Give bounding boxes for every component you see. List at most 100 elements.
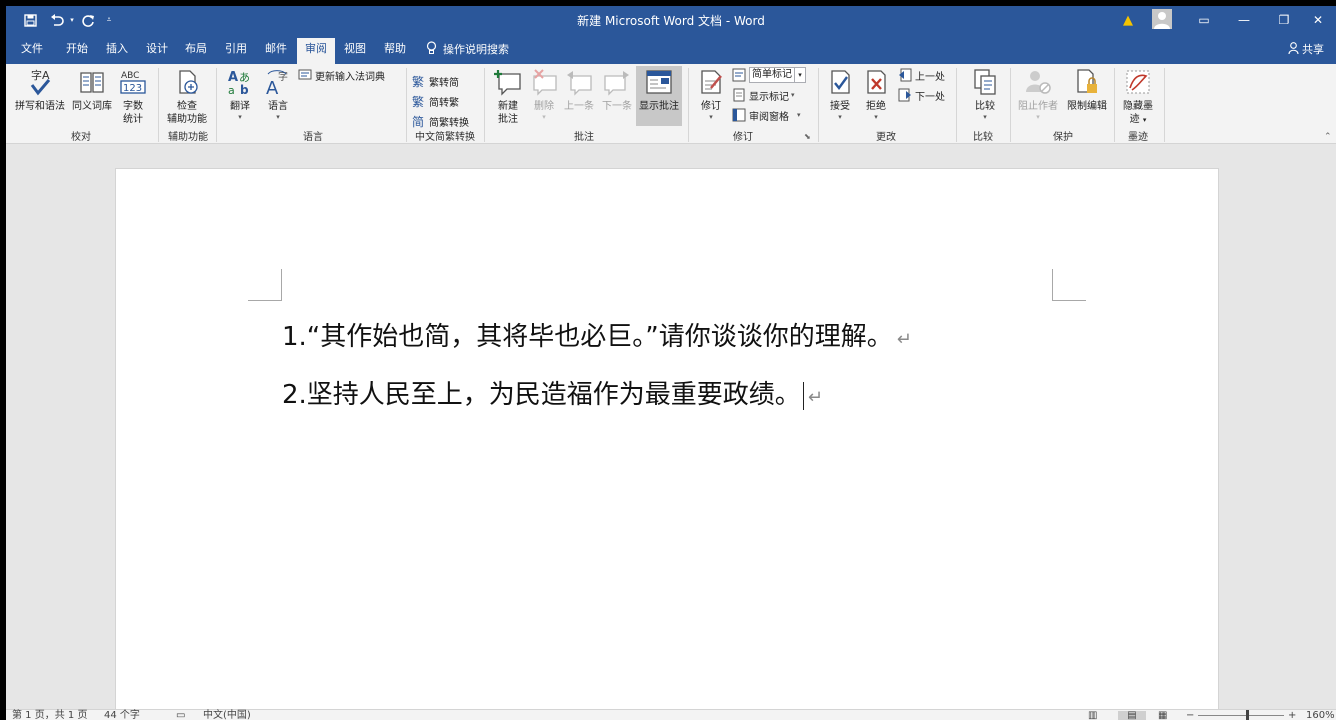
track-changes-label: 修订 — [701, 101, 721, 112]
word-count[interactable]: 44 个字 — [104, 711, 140, 720]
block-authors-icon — [1026, 71, 1051, 94]
warning-icon[interactable]: ▲ — [1110, 6, 1146, 34]
tab-insert[interactable]: 插入 — [98, 38, 136, 64]
check-accessibility-button[interactable]: 检查 辅助功能 — [162, 68, 212, 126]
read-mode-icon[interactable]: ▥ — [1088, 711, 1097, 720]
tab-view[interactable]: 视图 — [336, 38, 374, 64]
chevron-down-icon: ▾ — [542, 113, 546, 121]
status-bar: 第 1 页，共 1 页 44 个字 ▭ 中文(中国) ▥ ▤ ▦ − + 160… — [6, 709, 1336, 720]
tab-file[interactable]: 文件 — [14, 38, 50, 64]
thesaurus-button[interactable]: 同义词库 — [70, 68, 114, 113]
translate-button[interactable]: Aあab 翻译 ▾ — [220, 68, 260, 121]
zoom-out-button[interactable]: − — [1186, 711, 1194, 720]
spelling-label: 拼写和语法 — [15, 101, 65, 112]
tell-me-search[interactable]: 操作说明搜索 — [426, 38, 509, 60]
hide-ink-button[interactable]: 隐藏墨 迹 ▾ — [1118, 68, 1158, 127]
update-ime-dictionary-button[interactable]: 更新输入法词典 — [298, 66, 385, 84]
group-divider — [1164, 68, 1165, 142]
show-comments-button[interactable]: 显示批注 — [636, 66, 682, 126]
zoom-level[interactable]: 160% — [1306, 711, 1335, 720]
previous-comment-button[interactable]: 上一条 — [560, 68, 598, 113]
word-window: ▾ ⩡ 新建 Microsoft Word 文档 - Word ▲ ▭ — ❐ … — [6, 6, 1336, 720]
svg-text:a: a — [228, 84, 235, 96]
next-change-button[interactable]: 下一处 — [898, 86, 945, 104]
reject-icon — [867, 70, 886, 94]
simplified-to-traditional-button[interactable]: 繁 简转繁 — [412, 92, 459, 110]
zoom-in-button[interactable]: + — [1288, 711, 1296, 720]
track-changes-button[interactable]: 修订 ▾ — [696, 68, 726, 121]
chevron-down-icon[interactable]: ▾ — [795, 67, 806, 83]
markup-display-dropdown[interactable]: 简单标记 ▾ — [732, 66, 806, 84]
new-comment-button[interactable]: 新建 批注 — [490, 68, 526, 126]
conversion-label: 简繁转换 — [429, 117, 469, 129]
previous-comment-icon — [567, 71, 592, 96]
traditional-to-simplified-button[interactable]: 繁 繁转简 — [412, 72, 459, 90]
group-divider — [158, 68, 159, 142]
paragraph-1[interactable]: 1.“其作始也简，其将毕也必巨。”请你谈谈你的理解。 ↵ — [282, 316, 912, 353]
close-icon[interactable]: ✕ — [1298, 6, 1336, 34]
jian-icon: 繁 — [412, 94, 424, 108]
document-page[interactable]: 1.“其作始也简，其将毕也必巨。”请你谈谈你的理解。 ↵ 2.坚持人民至上，为民造… — [115, 168, 1219, 720]
tab-home[interactable]: 开始 — [58, 38, 96, 64]
restrict-editing-label: 限制编辑 — [1067, 101, 1107, 112]
accept-icon — [831, 70, 850, 94]
next-change-label: 下一处 — [915, 91, 945, 103]
web-layout-icon[interactable]: ▦ — [1158, 711, 1167, 720]
page-count[interactable]: 第 1 页，共 1 页 — [12, 711, 87, 720]
language-status[interactable]: 中文(中国) — [203, 711, 251, 720]
svg-text:简: 简 — [412, 115, 424, 128]
collapse-ribbon-icon[interactable]: ⌃ — [1324, 132, 1332, 142]
word-count-button[interactable]: ABC 123 字数 统计 — [116, 68, 150, 126]
tab-layout[interactable]: 布局 — [177, 38, 215, 64]
minimize-icon[interactable]: — — [1224, 6, 1264, 34]
chevron-down-icon: ▾ — [983, 113, 987, 121]
tab-mailings[interactable]: 邮件 — [257, 38, 295, 64]
tab-design[interactable]: 设计 — [138, 38, 176, 64]
svg-text:繁: 繁 — [412, 94, 424, 108]
tab-review[interactable]: 审阅 — [297, 38, 335, 64]
tell-me-label: 操作说明搜索 — [443, 43, 509, 56]
spelling-icon: 字A — [30, 68, 51, 96]
compare-button[interactable]: 比较 ▾ — [966, 68, 1004, 121]
ribbon-display-options-icon[interactable]: ▭ — [1184, 6, 1224, 34]
check-label-1: 检查 — [177, 101, 197, 112]
share-label: 共享 — [1302, 43, 1324, 56]
lightbulb-icon — [426, 40, 437, 58]
track-changes-icon — [701, 70, 722, 94]
markup-select-value[interactable]: 简单标记 — [749, 67, 795, 83]
delete-comment-button[interactable]: 删除 ▾ — [528, 68, 560, 121]
reviewing-pane-button[interactable]: 审阅窗格 ▾ — [732, 106, 801, 124]
paragraph-2[interactable]: 2.坚持人民至上，为民造福作为最重要政绩。 ↵ — [282, 374, 823, 411]
group-label-comments: 批注 — [574, 132, 594, 143]
tab-references[interactable]: 引用 — [217, 38, 255, 64]
print-layout-icon[interactable]: ▤ — [1118, 711, 1146, 720]
zoom-slider-thumb[interactable] — [1246, 710, 1249, 720]
reject-button[interactable]: 拒绝 ▾ — [860, 68, 892, 121]
reviewing-pane-label: 审阅窗格 — [749, 111, 789, 123]
proofing-status-icon[interactable]: ▭ — [176, 711, 185, 720]
spelling-grammar-button[interactable]: 字A 拼写和语法 — [12, 68, 68, 113]
accept-button[interactable]: 接受 ▾ — [824, 68, 856, 121]
language-button[interactable]: A字 语言 ▾ — [260, 68, 296, 121]
group-label-ink: 墨迹 — [1128, 132, 1148, 143]
reject-label: 拒绝 — [866, 101, 886, 112]
dialog-launcher-icon[interactable]: ⬊ — [804, 132, 811, 141]
svg-text:123: 123 — [123, 83, 142, 94]
block-authors-button[interactable]: 阻止作者 ▾ — [1014, 68, 1062, 121]
compare-icon — [974, 69, 996, 95]
word-count-icon: ABC 123 — [120, 71, 146, 94]
share-button[interactable]: 共享 — [1288, 38, 1324, 60]
hide-ink-icon — [1126, 70, 1150, 94]
show-markup-button[interactable]: 显示标记 ▾ — [732, 86, 795, 104]
chevron-down-icon: ▾ — [709, 113, 713, 121]
chevron-down-icon: ▾ — [1036, 113, 1040, 121]
previous-change-button[interactable]: 上一处 — [898, 66, 945, 84]
restrict-editing-button[interactable]: 限制编辑 — [1062, 68, 1112, 113]
zoom-slider[interactable] — [1198, 715, 1284, 716]
next-comment-button[interactable]: 下一条 — [598, 68, 636, 113]
tab-help[interactable]: 帮助 — [376, 38, 414, 64]
chevron-down-icon: ▾ — [838, 113, 842, 121]
translate-label: 翻译 — [230, 101, 250, 112]
avatar[interactable] — [1152, 9, 1172, 29]
thesaurus-label: 同义词库 — [72, 101, 112, 112]
